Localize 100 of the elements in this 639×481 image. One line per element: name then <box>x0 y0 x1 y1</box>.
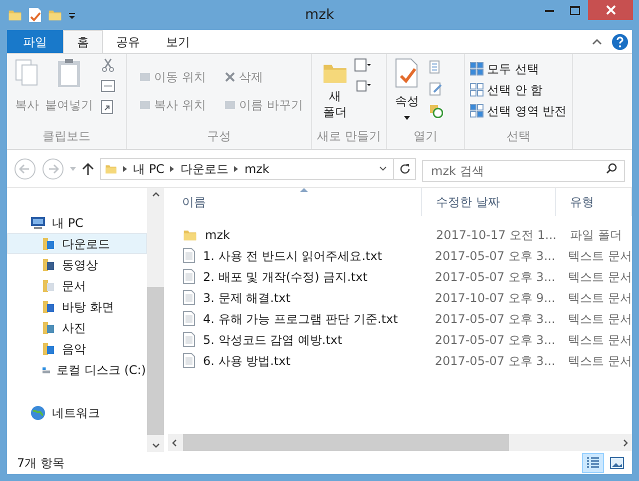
modified-date: 2017-05-07 오후 3... <box>434 268 556 286</box>
file-name: 6. 사용 방법.txt <box>203 352 290 370</box>
collapse-ribbon-icon[interactable] <box>592 38 602 45</box>
ribbon-tab[interactable]: 공유 <box>103 30 153 53</box>
file-row[interactable]: 5. 악성코드 감염 예방.txt 2017-05-07 오후 3... 텍스트 문서 <box>168 329 632 350</box>
select-button[interactable]: 선택 안 함 <box>470 81 572 99</box>
file-name: 1. 사용 전 반드시 읽어주세요.txt <box>203 248 382 264</box>
clipboard-icon <box>57 58 81 88</box>
search-field[interactable]: mzk 검색 <box>422 160 625 182</box>
file-row[interactable]: 1. 사용 전 반드시 읽어주세요.txt 2017-05-07 오후 3... 텍스트 문서 <box>168 245 632 266</box>
file-row[interactable]: 2. 배포 및 개작(수정) 금지.txt 2017-05-07 오후 3... 텍스트 문서 <box>168 266 632 287</box>
document-icon <box>183 332 195 347</box>
ribbon-tab[interactable]: 파일 <box>7 30 63 53</box>
up-arrow-icon[interactable] <box>82 162 94 176</box>
nav-item[interactable]: 동영상 <box>7 254 147 275</box>
breadcrumb-item[interactable]: 내 PC <box>133 160 164 178</box>
file-name: 5. 악성코드 감염 예방.txt <box>203 332 342 348</box>
nav-label: 사진 <box>62 320 86 336</box>
properties-icon[interactable] <box>28 7 42 23</box>
horizontal-scrollbar[interactable] <box>168 434 632 451</box>
ribbon-tab[interactable]: 보기 <box>153 30 203 53</box>
modified-date: 2017-05-07 오후 3... <box>434 310 556 328</box>
nav-label: 내 PC <box>52 214 84 232</box>
breadcrumb-item[interactable]: 다운로드 <box>180 160 228 178</box>
music-folder-icon <box>42 341 56 356</box>
search-icon <box>606 162 617 174</box>
nav-item[interactable]: 로컬 디스크 (C:) <box>7 359 147 380</box>
edit-icon[interactable] <box>429 82 443 96</box>
chevron-icon <box>234 166 238 172</box>
file-row[interactable]: mzk 2017-10-17 오전 1... 파일 폴더 <box>168 224 632 245</box>
scroll-up-icon[interactable] <box>152 192 160 197</box>
details-view-button[interactable] <box>582 453 604 473</box>
file-row[interactable]: 3. 문제 해결.txt 2017-10-07 오후 9... 텍스트 문서 <box>168 287 632 308</box>
nav-item[interactable]: 네트워크 <box>7 402 147 423</box>
file-row[interactable]: 4. 유해 가능 프로그램 판단 기준.txt 2017-05-07 오후 3... 텍스트 문서 <box>168 308 632 329</box>
minimize-icon <box>544 8 554 12</box>
breadcrumb-item[interactable]: mzk <box>244 160 270 178</box>
help-icon[interactable] <box>612 34 628 50</box>
nav-label: 문서 <box>62 278 86 294</box>
checked-document-icon <box>395 58 419 88</box>
properties-button[interactable]: 속성 <box>395 58 419 120</box>
group-label: 구성 <box>206 128 232 145</box>
file-type: 텍스트 문서 <box>568 268 632 286</box>
file-name: mzk <box>205 226 230 244</box>
grid-icon <box>470 104 484 118</box>
scroll-right-icon[interactable] <box>623 438 628 446</box>
nav-label: 로컬 디스크 (C:) <box>56 362 146 378</box>
nav-item[interactable]: 문서 <box>7 275 147 296</box>
document-icon <box>183 248 195 263</box>
chevron-down-icon[interactable] <box>379 166 387 172</box>
nav-item[interactable]: 사진 <box>7 317 147 338</box>
group-label: 새로 만들기 <box>316 128 382 145</box>
group-label: 선택 <box>506 128 532 145</box>
chevron-icon <box>170 166 174 172</box>
group-label: 열기 <box>412 128 438 145</box>
close-icon <box>606 5 616 15</box>
video-folder-icon <box>42 257 56 272</box>
nav-label: 동영상 <box>62 256 98 274</box>
nav-item[interactable]: 다운로드 <box>7 233 147 254</box>
window-title: mzk <box>304 6 334 24</box>
nav-item[interactable]: 내 PC <box>7 212 147 233</box>
file-type: 텍스트 문서 <box>568 290 632 306</box>
shortcut-icon[interactable] <box>101 100 113 114</box>
scroll-left-icon[interactable] <box>172 438 177 446</box>
image-icon <box>610 457 624 469</box>
column-header[interactable]: 수정한 날짜 <box>422 188 556 216</box>
document-icon <box>183 269 195 284</box>
file-row[interactable]: 6. 사용 방법.txt 2017-05-07 오후 3... 텍스트 문서 <box>168 350 632 371</box>
scroll-down-icon[interactable] <box>152 443 160 448</box>
select-button[interactable]: 선택 영역 반전 <box>470 102 572 120</box>
file-type: 파일 폴더 <box>570 226 622 244</box>
document-icon <box>183 353 195 368</box>
folder-icon <box>183 228 197 242</box>
column-header[interactable]: 이름 <box>168 188 422 216</box>
new-item-icon[interactable] <box>354 58 372 72</box>
new-folder-button[interactable]: 새 폴더 <box>322 58 348 120</box>
pictures-folder-icon <box>42 320 56 335</box>
dropdown-icon[interactable] <box>68 11 76 19</box>
download-folder-icon <box>42 236 56 251</box>
copy-icon <box>14 58 40 88</box>
scissors-icon[interactable] <box>101 58 115 72</box>
column-header[interactable]: 유형 <box>556 188 632 216</box>
close-button[interactable] <box>588 0 633 20</box>
address-field[interactable]: 내 PC 다운로드 mzk <box>100 158 416 180</box>
chevron-icon <box>123 166 127 172</box>
refresh-icon[interactable] <box>398 162 410 174</box>
file-type: 텍스트 문서 <box>568 352 632 370</box>
nav-item[interactable]: 음악 <box>7 338 147 359</box>
desktop-folder-icon <box>42 299 56 314</box>
file-type: 텍스트 문서 <box>568 248 632 264</box>
document-icon <box>183 290 195 305</box>
vertical-scrollbar[interactable] <box>147 188 164 452</box>
modified-date: 2017-05-07 오후 3... <box>434 248 556 264</box>
file-type: 텍스트 문서 <box>568 310 632 328</box>
file-name: 3. 문제 해결.txt <box>203 290 290 306</box>
nav-item[interactable]: 바탕 화면 <box>7 296 147 317</box>
grid-icon <box>470 83 484 97</box>
select-button[interactable]: 모두 선택 <box>470 60 572 78</box>
ribbon-tab[interactable]: 홈 <box>63 30 103 53</box>
caret-icon <box>404 116 410 120</box>
